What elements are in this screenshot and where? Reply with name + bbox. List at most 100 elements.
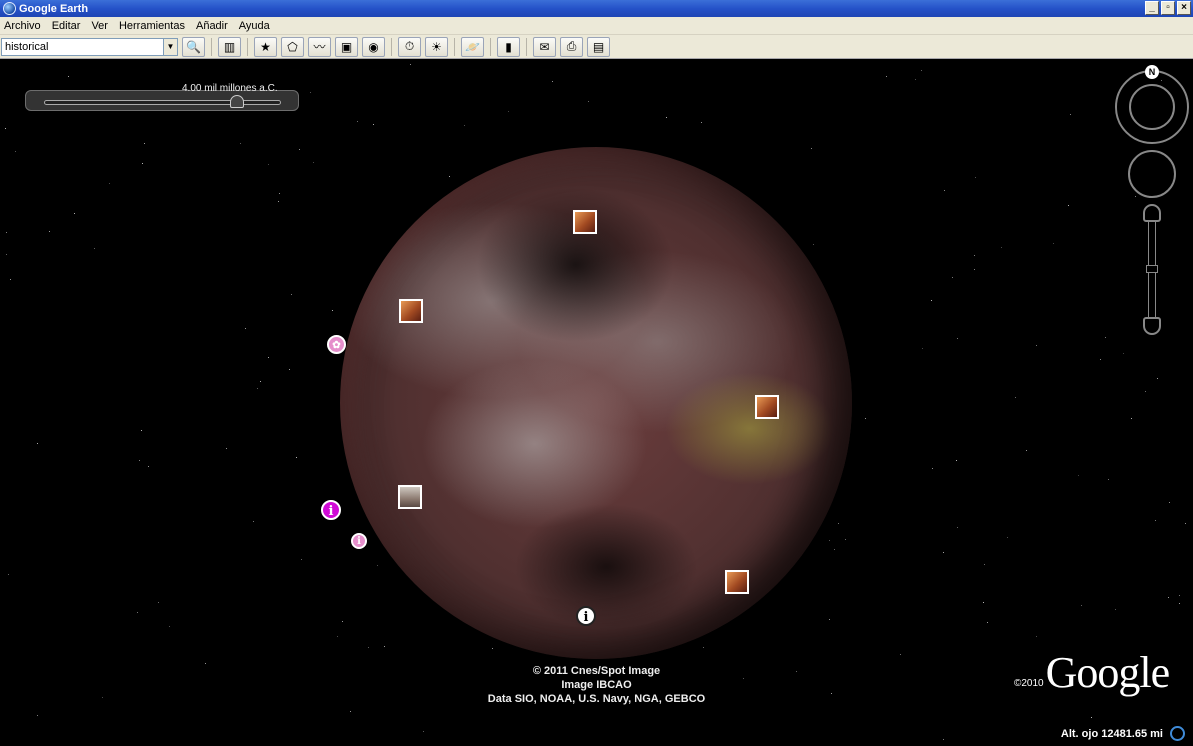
info-placemark-icon[interactable]: i (351, 533, 367, 549)
print-button[interactable]: ⎙ (560, 36, 583, 57)
chevron-down-icon[interactable]: ▼ (163, 38, 177, 55)
star (449, 176, 450, 177)
star (291, 294, 292, 295)
sunlight-button[interactable]: ☀ (425, 36, 448, 57)
image-overlay-icon: ▣ (340, 39, 353, 54)
star (342, 621, 343, 622)
star (139, 460, 140, 461)
star (268, 164, 269, 165)
copyright-year: ©2010 (1014, 678, 1044, 689)
photo-placemark[interactable] (573, 210, 597, 234)
minimize-button[interactable]: _ (1145, 1, 1159, 15)
star (975, 177, 976, 178)
time-slider[interactable]: 4.00 mil millones a.C. (25, 83, 299, 111)
title-bar: Google Earth _ ▫ × (0, 0, 1193, 17)
photo-placemark[interactable] (399, 299, 423, 323)
photo-placemark[interactable] (398, 485, 422, 509)
star (299, 149, 300, 150)
camera-placemark-icon[interactable]: ✿ (327, 335, 346, 354)
star (253, 521, 254, 522)
photo-placemark[interactable] (725, 570, 749, 594)
star (1145, 391, 1146, 392)
add-image-overlay-button[interactable]: ▣ (335, 36, 358, 57)
star (666, 117, 667, 118)
search-button[interactable]: 🔍 (182, 36, 205, 57)
menu-archivo[interactable]: Archivo (4, 20, 41, 32)
star (384, 646, 385, 647)
star (1001, 247, 1002, 248)
menu-ver[interactable]: Ver (91, 20, 108, 32)
streaming-indicator-icon (1170, 726, 1185, 741)
star (373, 124, 374, 125)
compass-north-label[interactable]: N (1145, 65, 1159, 79)
toolbar-divider (454, 37, 455, 56)
ruler-icon: ▮ (505, 39, 512, 54)
record-tour-icon: ◉ (368, 39, 379, 54)
menu-bar: Archivo Editar Ver Herramientas Añadir A… (0, 17, 1193, 35)
star (310, 92, 311, 93)
zoom-slider-thumb[interactable] (1146, 265, 1158, 273)
star (5, 128, 6, 129)
star (205, 663, 206, 664)
info-placemark-icon[interactable]: i (576, 606, 596, 626)
toolbar-divider (247, 37, 248, 56)
star (137, 612, 138, 613)
add-path-button[interactable]: 〰 (308, 36, 331, 57)
menu-ayuda[interactable]: Ayuda (239, 20, 270, 32)
save-image-icon: ▤ (592, 39, 605, 54)
search-input[interactable]: historical ▼ (1, 37, 178, 56)
email-button[interactable]: ✉ (533, 36, 556, 57)
star (588, 101, 589, 102)
zoom-in-button[interactable] (1143, 204, 1161, 222)
menu-editar[interactable]: Editar (52, 20, 81, 32)
save-image-button[interactable]: ▤ (587, 36, 610, 57)
print-icon: ⎙ (566, 39, 577, 53)
google-earth-logo-icon (3, 2, 16, 15)
close-button[interactable]: × (1177, 1, 1191, 15)
star (289, 369, 290, 370)
star (350, 711, 351, 712)
add-polygon-button[interactable]: ⬠ (281, 36, 304, 57)
star (1115, 609, 1116, 610)
star (148, 466, 149, 467)
compass-ring[interactable] (1129, 84, 1175, 130)
star (158, 602, 159, 603)
star (1091, 717, 1092, 718)
star (492, 648, 493, 649)
sidebar-toggle-button[interactable]: ▥ (218, 36, 241, 57)
star (813, 244, 814, 245)
3d-viewer[interactable]: 4.00 mil millones a.C. ✿ i i i N © 2011 … (0, 59, 1193, 746)
toolbar-divider (211, 37, 212, 56)
time-slider-label: 4.00 mil millones a.C. (182, 83, 278, 94)
move-joystick[interactable] (1128, 150, 1176, 198)
star (410, 64, 411, 65)
record-tour-button[interactable]: ◉ (362, 36, 385, 57)
star (313, 162, 314, 163)
star (1070, 114, 1071, 115)
zoom-out-button[interactable] (1143, 317, 1161, 335)
star (845, 539, 846, 540)
star (829, 540, 830, 541)
info-placemark-icon[interactable]: i (321, 500, 341, 520)
google-earth-window: Google Earth _ ▫ × Archivo Editar Ver He… (0, 0, 1193, 746)
time-slider-thumb[interactable] (230, 95, 244, 108)
star (1157, 378, 1158, 379)
star (37, 715, 38, 716)
photo-placemark[interactable] (755, 395, 779, 419)
star (332, 310, 333, 311)
star (552, 81, 553, 82)
historical-imagery-button[interactable]: ⏱ (398, 36, 421, 57)
menu-herramientas[interactable]: Herramientas (119, 20, 185, 32)
menu-anadir[interactable]: Añadir (196, 20, 228, 32)
ruler-button[interactable]: ▮ (497, 36, 520, 57)
star (1155, 520, 1156, 521)
sky-mode-button[interactable]: 🪐 (461, 36, 484, 57)
star (1168, 597, 1169, 598)
window-title: Google Earth (19, 2, 89, 15)
maximize-button[interactable]: ▫ (1161, 1, 1175, 15)
star (301, 559, 302, 560)
add-placemark-button[interactable]: ★ (254, 36, 277, 57)
polygon-icon: ⬠ (287, 39, 298, 54)
time-slider-track[interactable] (44, 100, 281, 105)
path-icon: 〰 (313, 40, 326, 54)
